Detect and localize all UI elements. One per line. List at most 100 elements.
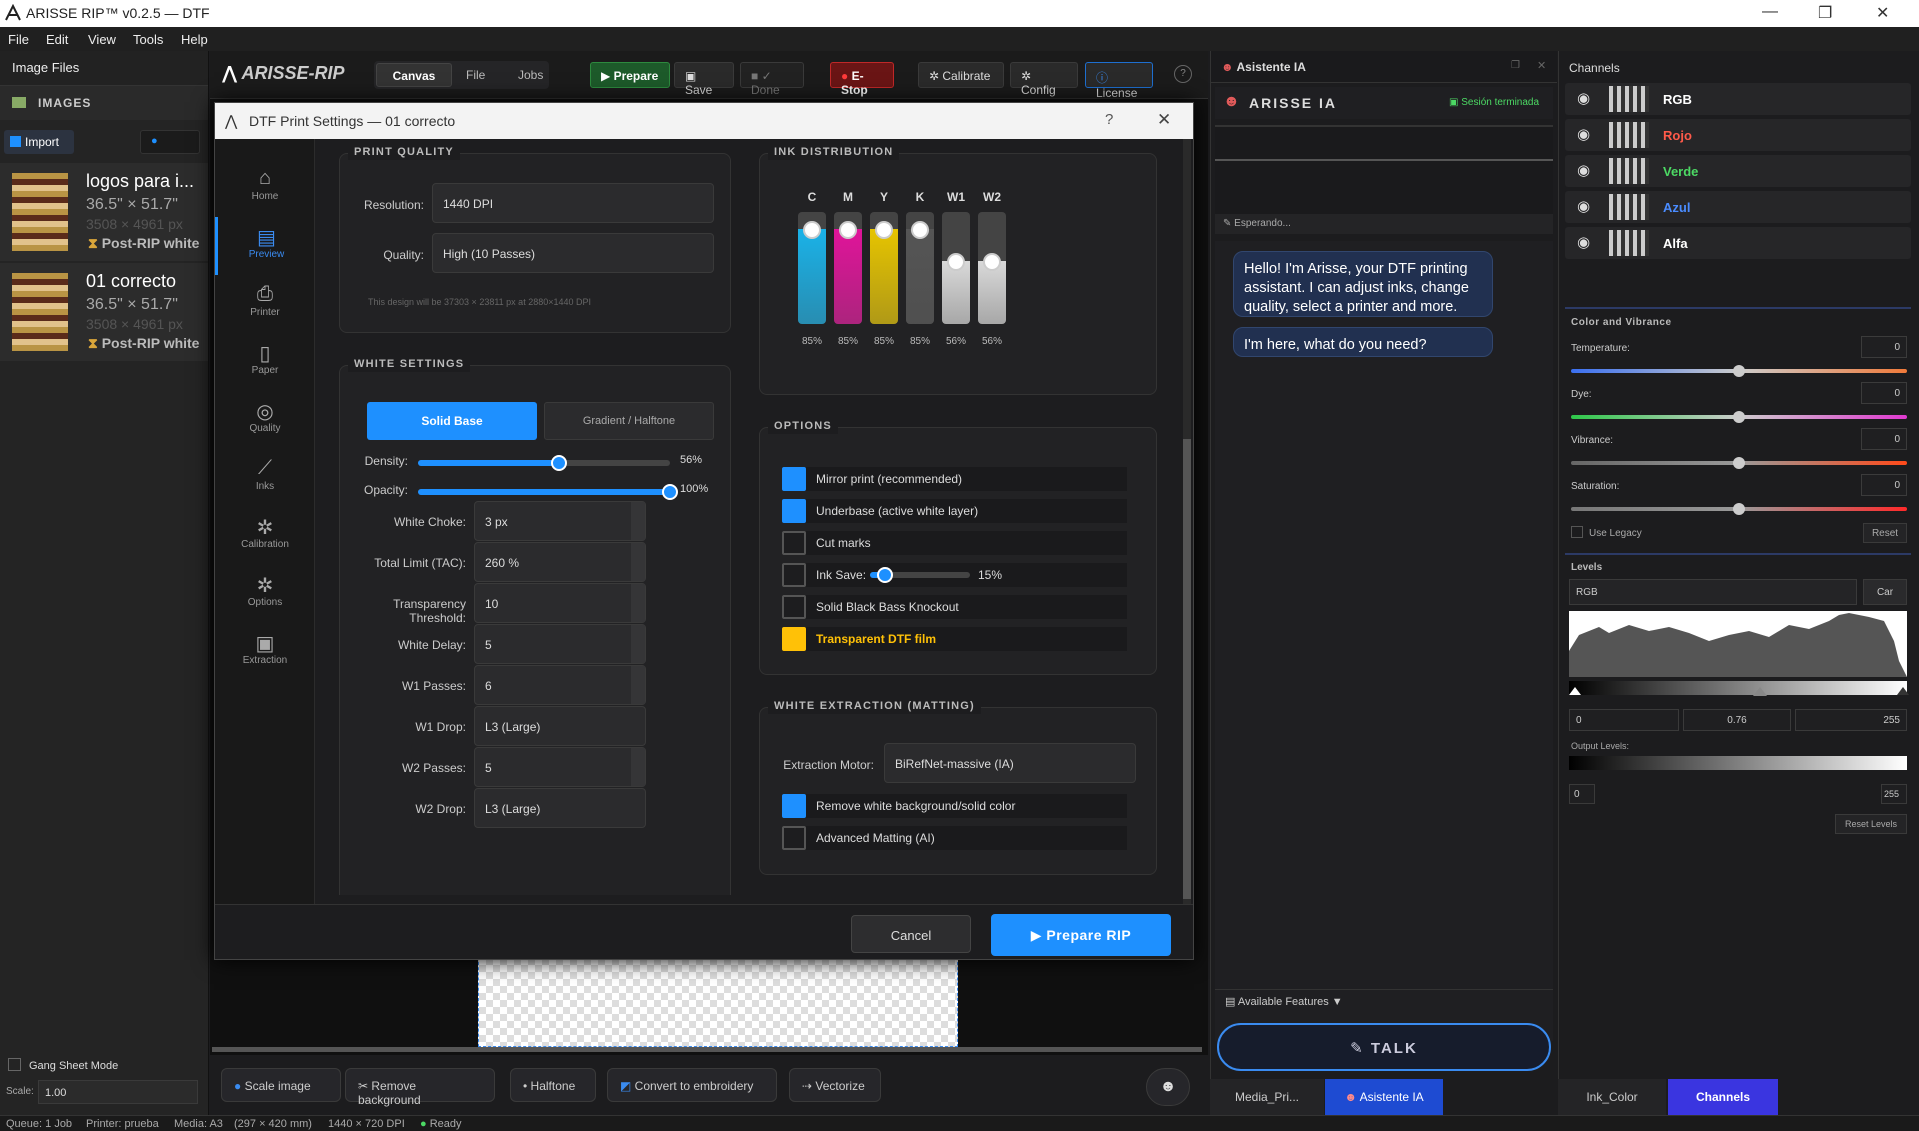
density-knob[interactable]: [551, 455, 568, 471]
gamma-field[interactable]: 0.76: [1683, 709, 1791, 731]
gradient-halftone-button[interactable]: Gradient / Halftone: [544, 402, 714, 440]
halftone-button[interactable]: • Halftone: [510, 1068, 596, 1102]
cut-marks-checkbox[interactable]: [782, 531, 806, 555]
nav-options[interactable]: ✲ Options: [215, 565, 315, 623]
nav-quality[interactable]: ◎ Quality: [215, 391, 315, 449]
help-icon[interactable]: ?: [1174, 65, 1192, 83]
temperature-knob[interactable]: [1733, 365, 1745, 377]
save-button[interactable]: ▣ Save: [674, 62, 734, 97]
white-field-input[interactable]: 5: [474, 624, 646, 664]
vibrance-input[interactable]: 0: [1861, 428, 1907, 450]
menu-tools[interactable]: Tools: [133, 32, 163, 47]
robot-assistant-icon[interactable]: ☻: [1146, 1068, 1190, 1106]
ink-level-knob[interactable]: [875, 220, 893, 239]
list-item[interactable]: 01 correcto 36.5" × 51.7" 3508 × 4961 px…: [0, 263, 208, 361]
temperature-slider[interactable]: [1571, 365, 1907, 377]
output-levels-gradient[interactable]: [1569, 756, 1907, 770]
cut-marks-option[interactable]: Cut marks: [782, 531, 1127, 555]
config-button[interactable]: ✲ Config: [1010, 62, 1078, 97]
close-panel-icon[interactable]: ✕: [1537, 59, 1546, 72]
tab-file[interactable]: File: [466, 68, 485, 82]
close-window-icon[interactable]: ✕: [1876, 3, 1889, 23]
remove-background-button[interactable]: ✂ Remove background: [345, 1068, 495, 1107]
search-input[interactable]: ●: [140, 130, 200, 154]
underbase-checkbox[interactable]: [782, 499, 806, 523]
canvas-preview[interactable]: [478, 957, 958, 1047]
channel-row[interactable]: ◉ Azul: [1565, 191, 1911, 223]
tab-canvas[interactable]: Canvas: [376, 63, 452, 87]
input-levels-gradient[interactable]: [1569, 681, 1909, 696]
ink-save-knob[interactable]: [877, 567, 893, 583]
menu-view[interactable]: View: [88, 32, 116, 47]
temperature-input[interactable]: 0: [1861, 336, 1907, 358]
ink-level-knob[interactable]: [911, 220, 929, 239]
gamma-handle[interactable]: [1753, 687, 1767, 696]
white-point-handle[interactable]: [1897, 687, 1909, 695]
eye-icon[interactable]: ◉: [1577, 125, 1597, 143]
dialog-help-icon[interactable]: ?: [1105, 111, 1113, 128]
nav-paper[interactable]: ▯ Paper: [215, 333, 315, 391]
reset-levels-button[interactable]: Reset Levels: [1835, 814, 1907, 834]
gang-sheet-toggle[interactable]: Gang Sheet Mode: [8, 1058, 118, 1072]
white-field-input[interactable]: 3 px: [474, 501, 646, 541]
eye-icon[interactable]: ◉: [1577, 233, 1597, 251]
nav-printer[interactable]: ⎙ Printer: [215, 275, 315, 333]
channel-row[interactable]: ◉ Verde: [1565, 155, 1911, 187]
black-point-handle[interactable]: [1569, 687, 1581, 695]
float-icon[interactable]: ❐: [1511, 60, 1520, 71]
white-field-input[interactable]: 5: [474, 747, 646, 787]
extraction-motor-select[interactable]: BiRefNet-massive (IA): [884, 743, 1136, 783]
white-field-input[interactable]: L3 (Large): [474, 706, 646, 746]
use-legacy-checkbox[interactable]: [1571, 526, 1583, 538]
white-field-input[interactable]: 260 %: [474, 542, 646, 582]
use-legacy-toggle[interactable]: Use Legacy: [1571, 526, 1642, 539]
vibrance-knob[interactable]: [1733, 457, 1745, 469]
output-low-field[interactable]: 0: [1569, 784, 1595, 804]
vibrance-slider[interactable]: [1571, 457, 1907, 469]
white-field-input[interactable]: 6: [474, 665, 646, 705]
calibrate-button[interactable]: ✲ Calibrate: [918, 62, 1004, 88]
dialog-scrollbar[interactable]: [1183, 139, 1191, 904]
gang-sheet-checkbox[interactable]: [8, 1058, 21, 1071]
remove-white-option[interactable]: Remove white background/solid color: [782, 794, 1127, 818]
spinner-handle[interactable]: [631, 543, 645, 581]
mirror-checkbox[interactable]: [782, 467, 806, 491]
spinner-handle[interactable]: [631, 625, 645, 663]
nav-home[interactable]: ⌂ Home: [215, 159, 315, 217]
cancel-button[interactable]: Cancel: [851, 915, 971, 953]
density-slider[interactable]: [418, 455, 670, 471]
transparent-film-option[interactable]: Transparent DTF film: [782, 627, 1127, 651]
available-features-toggle[interactable]: ▤ Available Features ▼: [1215, 989, 1553, 1011]
white-field-input[interactable]: 10: [474, 583, 646, 623]
channel-row[interactable]: ◉ Alfa: [1565, 227, 1911, 259]
tab-media-printer[interactable]: Media_Pri...: [1210, 1079, 1324, 1115]
tab-jobs[interactable]: Jobs: [518, 68, 543, 82]
talk-button[interactable]: ✎ TALK: [1217, 1023, 1551, 1071]
reset-color-button[interactable]: Reset: [1863, 523, 1907, 543]
knockout-checkbox[interactable]: [782, 595, 806, 619]
input-low-field[interactable]: 0: [1569, 709, 1679, 731]
channel-row[interactable]: ◉ Rojo: [1565, 119, 1911, 151]
menu-edit[interactable]: Edit: [46, 32, 68, 47]
prepare-rip-button[interactable]: ▶ Prepare RIP: [991, 914, 1171, 956]
remove-white-checkbox[interactable]: [782, 794, 806, 818]
knockout-option[interactable]: Solid Black Bass Knockout: [782, 595, 1127, 619]
ink-level-knob[interactable]: [803, 220, 821, 239]
nav-calibration[interactable]: ✲ Calibration: [215, 507, 315, 565]
advanced-matting-checkbox[interactable]: [782, 826, 806, 850]
saturation-input[interactable]: 0: [1861, 474, 1907, 496]
tab-ink-color[interactable]: Ink_Color: [1558, 1079, 1666, 1115]
opacity-knob[interactable]: [662, 484, 678, 500]
spinner-handle[interactable]: [631, 584, 645, 622]
solid-base-button[interactable]: Solid Base: [367, 402, 537, 440]
done-button[interactable]: ■ ✓ Done: [740, 62, 804, 97]
vectorize-button[interactable]: ⇢ Vectorize: [789, 1068, 881, 1102]
menu-help[interactable]: Help: [181, 32, 208, 47]
saturation-knob[interactable]: [1733, 503, 1745, 515]
saturation-slider[interactable]: [1571, 503, 1907, 515]
prepare-button[interactable]: ▶ Prepare: [590, 62, 670, 88]
output-high-field[interactable]: 255: [1881, 784, 1907, 804]
eye-icon[interactable]: ◉: [1577, 197, 1597, 215]
scale-input[interactable]: 1.00: [38, 1080, 198, 1104]
ink-save-checkbox[interactable]: [782, 563, 806, 587]
